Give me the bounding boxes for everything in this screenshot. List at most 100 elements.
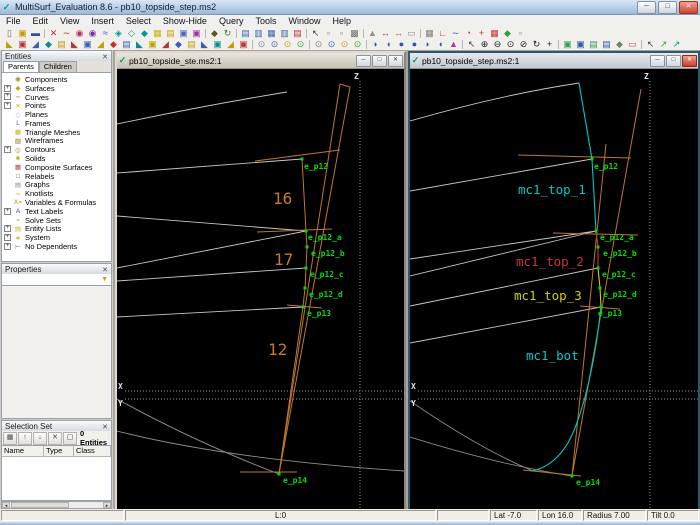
diamond-icon[interactable]: ◆ xyxy=(501,28,514,39)
display-mode-icon[interactable]: ▭ xyxy=(626,39,639,50)
zoom-fit-icon[interactable]: ⊙ xyxy=(504,39,517,50)
visibility-icon[interactable]: ⊙ xyxy=(255,39,268,50)
display-mode-icon[interactable]: ▤ xyxy=(600,39,613,50)
window-layout-icon[interactable]: ▥ xyxy=(252,28,265,39)
view-preset-icon[interactable]: ◗ xyxy=(421,39,434,50)
entity-edit-icon[interactable]: ◆ xyxy=(42,39,55,50)
entity-tool-icon[interactable]: ◆ xyxy=(208,28,221,39)
view-preset-icon[interactable]: ◖ xyxy=(434,39,447,50)
close-button[interactable]: ✕ xyxy=(679,0,698,14)
tree-expand-icon[interactable]: + xyxy=(4,207,11,215)
mesh-tool-icon[interactable]: ▦ xyxy=(151,28,164,39)
tree-expand-icon[interactable]: + xyxy=(4,146,11,154)
tree-item-components[interactable]: ◉ Components xyxy=(2,75,111,84)
entity-edit-icon[interactable]: ▤ xyxy=(120,39,133,50)
selection-set-list[interactable] xyxy=(1,457,112,501)
curve-tool-icon[interactable]: ∼ xyxy=(60,28,73,39)
view-preset-icon[interactable]: ◗ xyxy=(369,39,382,50)
maximize-button[interactable]: □ xyxy=(658,0,677,14)
menu-item[interactable]: File xyxy=(0,16,27,26)
new-file-icon[interactable]: ▯ xyxy=(3,28,16,39)
entity-edit-icon[interactable]: ◢ xyxy=(159,39,172,50)
select-fence-icon[interactable]: ▫ xyxy=(322,28,335,39)
move-down-button[interactable]: ↓ xyxy=(33,431,47,445)
close-icon[interactable]: ✕ xyxy=(102,53,108,61)
pick-icon[interactable]: ↗ xyxy=(670,39,683,50)
window-layout-icon[interactable]: ▤ xyxy=(291,28,304,39)
entity-tool-icon[interactable]: ▤ xyxy=(164,28,177,39)
window-layout-icon[interactable]: ▤ xyxy=(239,28,252,39)
undo-icon[interactable]: ↻ xyxy=(221,28,234,39)
column-header-type[interactable]: Type xyxy=(44,446,74,457)
select-pointer-icon[interactable]: ↖ xyxy=(309,28,322,39)
tree-item-curves[interactable]: + ∼ Curves xyxy=(2,93,111,102)
tree-item-relabels[interactable]: □ Relabels xyxy=(2,172,111,181)
maximize-button[interactable]: □ xyxy=(666,54,681,67)
viewport1-drawing[interactable]: Z X Y 16 17 12 e_p12 e_p12_a e_p12_b e_p… xyxy=(117,69,404,510)
tree-item-wireframes[interactable]: ▨ Wireframes xyxy=(2,136,111,145)
magnet-tool-icon[interactable]: ◉ xyxy=(86,28,99,39)
tree-item-contours[interactable]: + ◎ Contours xyxy=(2,145,111,154)
display-mode-icon[interactable]: ▤ xyxy=(587,39,600,50)
entity-edit-icon[interactable]: ◣ xyxy=(3,39,16,50)
visibility-icon[interactable]: ⊙ xyxy=(281,39,294,50)
scroll-left-icon[interactable]: ◂ xyxy=(2,502,10,509)
entity-tool-icon[interactable]: ▣ xyxy=(177,28,190,39)
close-button[interactable]: ✕ xyxy=(388,54,403,67)
zoom-out-icon[interactable]: ⊖ xyxy=(491,39,504,50)
entity-edit-icon[interactable]: ◆ xyxy=(172,39,185,50)
visibility-icon[interactable]: ⊙ xyxy=(268,39,281,50)
tree-expand-icon[interactable]: + xyxy=(4,93,11,101)
tree-item-solve-sets[interactable]: = Solve Sets xyxy=(2,216,111,225)
column-header-class[interactable]: Class xyxy=(74,446,111,457)
menu-item[interactable]: Show-Hide xyxy=(157,16,213,26)
open-file-icon[interactable]: ▣ xyxy=(16,28,29,39)
select-fence-icon[interactable]: ▫ xyxy=(335,28,348,39)
tree-item-points[interactable]: + ✕ Points xyxy=(2,101,111,110)
window-layout-icon[interactable]: ▥ xyxy=(278,28,291,39)
curvature-icon[interactable]: ∼ xyxy=(449,28,462,39)
tree-item-system[interactable]: + ∗ System xyxy=(2,233,111,242)
entity-tool-icon[interactable]: ▣ xyxy=(190,28,203,39)
minimize-button[interactable]: ─ xyxy=(637,0,656,14)
entity-edit-icon[interactable]: ▣ xyxy=(146,39,159,50)
pick-icon[interactable]: ↗ xyxy=(657,39,670,50)
tree-item-graphs[interactable]: ▤ Graphs xyxy=(2,180,111,189)
tab-children[interactable]: Children xyxy=(38,61,77,72)
surface-tool-icon[interactable]: ◆ xyxy=(138,28,151,39)
horizontal-scrollbar[interactable]: ◂ ▸ xyxy=(1,501,112,509)
entity-edit-icon[interactable]: ▤ xyxy=(185,39,198,50)
visibility-icon[interactable]: ⊙ xyxy=(312,39,325,50)
display-mode-icon[interactable]: ▣ xyxy=(561,39,574,50)
grid-icon[interactable]: ▦ xyxy=(488,28,501,39)
add-entities-button[interactable]: ▦ xyxy=(3,431,17,445)
tree-item-frames[interactable]: L Frames xyxy=(2,119,111,128)
frame-icon[interactable]: ▭ xyxy=(405,28,418,39)
tree-expand-icon[interactable]: + xyxy=(4,234,11,242)
entity-edit-icon[interactable]: ▣ xyxy=(16,39,29,50)
zoom-box-icon[interactable]: ↖ xyxy=(465,39,478,50)
visibility-icon[interactable]: ⊙ xyxy=(351,39,364,50)
display-mode-icon[interactable]: ◆ xyxy=(613,39,626,50)
viewport2-titlebar[interactable]: ✓ pb10_topside_step.ms2:1 ─ □ ✕ xyxy=(410,53,698,69)
entity-edit-icon[interactable]: ▣ xyxy=(211,39,224,50)
surface-tool-icon[interactable]: ◈ xyxy=(112,28,125,39)
gauge-icon[interactable]: ◔ xyxy=(462,28,475,39)
pan-icon[interactable]: + xyxy=(543,39,556,50)
grid-icon[interactable]: ▦ xyxy=(423,28,436,39)
visibility-icon[interactable]: ⊙ xyxy=(294,39,307,50)
tree-item-composite-surfaces[interactable]: ▦ Composite Surfaces xyxy=(2,163,111,172)
titlebar[interactable]: ✓ MultiSurf_Evaluation 8.6 - pb10_topsid… xyxy=(0,0,700,15)
tree-item-text-labels[interactable]: + A Text Labels xyxy=(2,207,111,216)
surface-tool-icon[interactable]: ◇ xyxy=(125,28,138,39)
zoom-in-icon[interactable]: ⊕ xyxy=(478,39,491,50)
tree-expand-icon[interactable]: + xyxy=(4,243,11,251)
menu-item[interactable]: Help xyxy=(327,16,358,26)
tree-item-knotlists[interactable]: ∼ Knotlists xyxy=(2,189,111,198)
rotate-view-icon[interactable]: ↻ xyxy=(530,39,543,50)
view-rotate-icon[interactable]: ▲ xyxy=(447,39,460,50)
tab-parents[interactable]: Parents xyxy=(3,61,39,72)
angle-icon[interactable]: ∟ xyxy=(436,28,449,39)
properties-filter-row[interactable]: ▼ xyxy=(1,274,112,286)
pick-icon[interactable]: ↖ xyxy=(644,39,657,50)
